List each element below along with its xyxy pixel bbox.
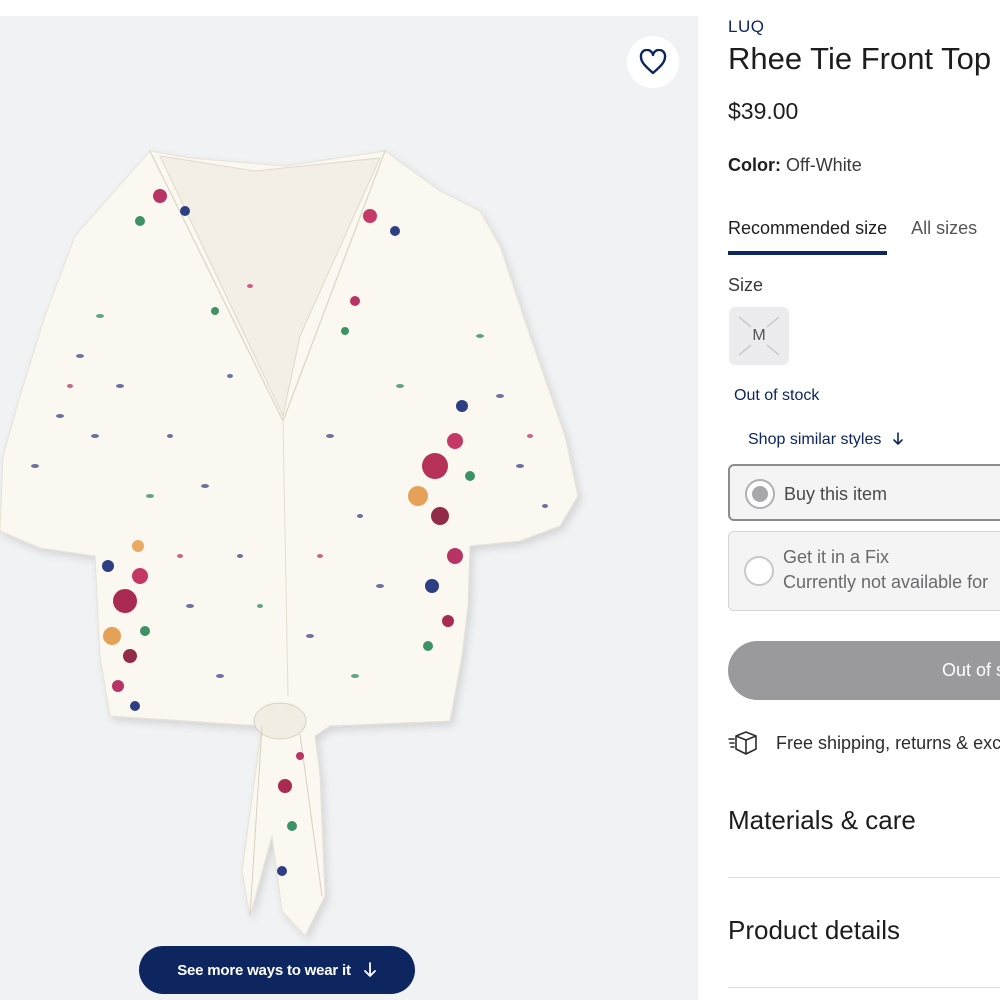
tab-all-sizes[interactable]: All sizes bbox=[911, 218, 977, 255]
materials-care-section[interactable]: Materials & care bbox=[728, 805, 916, 836]
arrow-down-icon bbox=[893, 432, 903, 445]
buy-this-item-option[interactable]: Buy this item bbox=[728, 464, 1000, 521]
size-option-m[interactable]: M bbox=[729, 307, 789, 365]
color-label: Color: bbox=[728, 155, 781, 175]
shop-similar-label: Shop similar styles bbox=[748, 431, 882, 448]
brand-name[interactable]: LUQ bbox=[728, 17, 764, 37]
see-more-ways-button[interactable]: See more ways to wear it bbox=[139, 946, 415, 994]
divider bbox=[728, 987, 1000, 988]
fix-option-subtitle: Currently not available for bbox=[783, 572, 989, 592]
size-option-label: M bbox=[752, 327, 766, 344]
see-more-ways-label: See more ways to wear it bbox=[177, 961, 351, 979]
arrow-down-icon bbox=[363, 962, 376, 977]
product-details-panel: LUQ Rhee Tie Front Top $39.00 Color: Off… bbox=[728, 0, 1000, 1000]
out-of-stock-button[interactable]: Out of stock bbox=[728, 641, 1000, 700]
fix-radio[interactable] bbox=[744, 556, 774, 586]
size-label: Size bbox=[728, 275, 764, 295]
box-icon bbox=[728, 731, 757, 755]
size-tabs: Recommended size All sizes bbox=[728, 218, 977, 255]
divider bbox=[728, 877, 1000, 878]
product-title: Rhee Tie Front Top bbox=[728, 41, 992, 76]
shipping-info: Free shipping, returns & exchanges bbox=[728, 730, 1000, 756]
stock-status: Out of stock bbox=[734, 387, 820, 404]
buy-option-title: Buy this item bbox=[784, 484, 888, 504]
color-value: Off-White bbox=[786, 155, 862, 175]
product-price: $39.00 bbox=[728, 98, 799, 124]
favorite-button[interactable] bbox=[627, 36, 679, 88]
color-info: Color: Off-White bbox=[728, 155, 862, 176]
buy-radio[interactable] bbox=[745, 479, 775, 509]
shipping-text: Free shipping, returns & exchanges bbox=[776, 732, 1000, 753]
product-image bbox=[0, 150, 579, 937]
product-page: See more ways to wear it LUQ Rhee Tie Fr… bbox=[0, 0, 1000, 1000]
product-image-panel: See more ways to wear it bbox=[0, 16, 698, 1000]
tab-recommended-size[interactable]: Recommended size bbox=[728, 218, 888, 255]
heart-outline-icon bbox=[639, 49, 667, 75]
product-details-section[interactable]: Product details bbox=[728, 915, 900, 946]
get-in-fix-option[interactable]: Get it in a Fix Currently not available … bbox=[728, 531, 1000, 611]
fix-option-title: Get it in a Fix bbox=[783, 547, 890, 567]
shop-similar-link[interactable]: Shop similar styles bbox=[748, 431, 904, 449]
